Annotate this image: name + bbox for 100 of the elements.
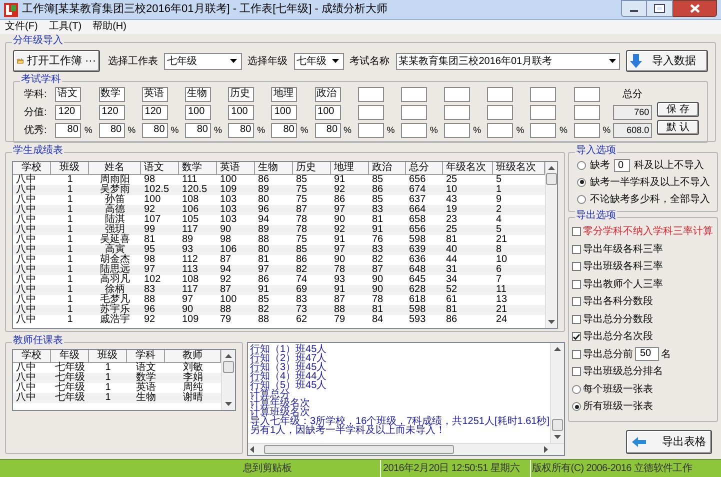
dropdown-arrow-icon xyxy=(332,59,340,63)
radio-button[interactable] xyxy=(577,194,586,204)
radio-button[interactable] xyxy=(572,402,581,412)
input-field[interactable] xyxy=(400,87,427,102)
input-field[interactable] xyxy=(358,87,384,102)
column-header[interactable]: 年级名次 xyxy=(443,162,493,175)
column-header[interactable]: 地理 xyxy=(331,162,369,175)
text-field[interactable]: 英语 xyxy=(142,87,168,102)
text-field[interactable]: 80 xyxy=(314,123,341,138)
column-header[interactable]: 数学 xyxy=(179,162,217,175)
text-field[interactable]: 100 xyxy=(271,105,298,120)
menu-item[interactable]: 文件(F) xyxy=(4,21,39,33)
export-table-button[interactable]: 导出表格 xyxy=(626,430,712,454)
text-field[interactable]: 生物 xyxy=(184,87,211,102)
dropdown[interactable]: 七年级 xyxy=(294,52,344,70)
text-field[interactable]: 80 xyxy=(228,123,254,138)
column-header[interactable]: 学校 xyxy=(13,162,51,175)
dropdown[interactable]: 某某教育集团三校2016年01月联考 xyxy=(396,52,620,70)
column-header[interactable]: 班级 xyxy=(89,350,127,363)
column-header[interactable]: 政治 xyxy=(369,162,406,175)
text-field[interactable]: 80 xyxy=(98,123,125,138)
text-field[interactable]: 120 xyxy=(55,105,82,120)
column-header[interactable]: 姓名 xyxy=(89,162,141,175)
text-field[interactable]: 80 xyxy=(184,123,211,138)
radio-button[interactable] xyxy=(577,178,586,186)
text-field[interactable]: 历史 xyxy=(228,87,254,102)
scrollbar-thumb[interactable] xyxy=(264,445,454,454)
table-cell-text: 90 xyxy=(219,225,232,235)
import-data-button[interactable]: 导入数据 xyxy=(626,50,708,72)
text-field[interactable]: 语文 xyxy=(55,87,82,102)
text-field[interactable]: 数学 xyxy=(98,87,125,102)
checkbox[interactable] xyxy=(572,262,581,272)
table-cell-text: 1 xyxy=(104,373,112,383)
input-field[interactable] xyxy=(530,87,556,102)
radio-button[interactable] xyxy=(577,160,586,170)
column-header[interactable]: 总分 xyxy=(406,162,443,175)
scrollbar[interactable] xyxy=(550,343,564,443)
text-field[interactable]: 0 xyxy=(614,158,630,172)
input-field[interactable] xyxy=(574,87,600,102)
checkbox[interactable] xyxy=(572,367,581,376)
input-field[interactable] xyxy=(400,105,427,120)
text-field[interactable]: 80 xyxy=(271,123,298,138)
input-field[interactable] xyxy=(530,123,556,138)
checkbox[interactable] xyxy=(572,332,581,342)
checkbox[interactable] xyxy=(572,227,581,236)
text-field[interactable]: 地理 xyxy=(271,87,298,102)
checkbox[interactable] xyxy=(572,244,581,254)
minimize-button[interactable] xyxy=(621,0,647,17)
text-field[interactable]: 100 xyxy=(314,105,341,120)
horizontal-scrollbar[interactable] xyxy=(248,443,564,455)
text-field[interactable]: 80 xyxy=(142,123,168,138)
close-button[interactable] xyxy=(673,0,717,17)
column-header[interactable]: 英语 xyxy=(217,162,255,175)
column-header[interactable]: 教师 xyxy=(165,350,221,363)
scrollbar-thumb[interactable] xyxy=(546,173,557,185)
scrollbar[interactable] xyxy=(545,162,557,328)
input-field[interactable] xyxy=(358,105,384,120)
button[interactable]: 保 存 xyxy=(657,102,700,117)
input-field[interactable] xyxy=(487,105,514,120)
input-field[interactable] xyxy=(444,87,470,102)
column-header[interactable]: 班级名次 xyxy=(493,162,545,175)
input-field[interactable] xyxy=(574,105,600,120)
input-field[interactable] xyxy=(487,123,514,138)
input-field[interactable] xyxy=(487,87,514,102)
input-field[interactable] xyxy=(530,105,556,120)
scrollbar-thumb[interactable] xyxy=(552,419,563,431)
text-field[interactable]: 100 xyxy=(184,105,211,120)
column-header[interactable]: 学科 xyxy=(127,350,165,363)
button[interactable]: 默 认 xyxy=(657,120,700,135)
text-field[interactable]: 120 xyxy=(98,105,125,120)
text-field[interactable]: 100 xyxy=(228,105,254,120)
input-field[interactable] xyxy=(400,123,427,138)
field-label: 选择年级 xyxy=(248,54,288,68)
checkbox[interactable] xyxy=(572,314,581,324)
input-field[interactable] xyxy=(444,105,470,120)
column-header[interactable]: 生物 xyxy=(255,162,293,175)
input-field[interactable] xyxy=(444,123,470,138)
column-header[interactable]: 历史 xyxy=(293,162,331,175)
column-header[interactable]: 年级 xyxy=(51,350,89,363)
menu-item[interactable]: 工具(T) xyxy=(48,21,83,33)
checkbox[interactable] xyxy=(572,350,581,359)
dropdown[interactable]: 七年级 xyxy=(164,52,242,70)
text-field[interactable]: 80 xyxy=(55,123,82,138)
radio-button[interactable] xyxy=(572,384,581,394)
maximize-button[interactable] xyxy=(647,0,673,17)
checkbox[interactable] xyxy=(572,297,581,306)
scrollbar-thumb[interactable] xyxy=(223,361,234,373)
column-header[interactable]: 语文 xyxy=(141,162,179,175)
open-workbook-button[interactable]: 打开工作簿 ··· xyxy=(13,50,100,72)
text-field[interactable]: 50 xyxy=(635,347,659,362)
input-field[interactable] xyxy=(358,123,384,138)
menu-item[interactable]: 帮助(H) xyxy=(92,21,128,33)
input-field[interactable] xyxy=(574,123,600,138)
column-header[interactable]: 学校 xyxy=(13,350,51,363)
text-field[interactable]: 120 xyxy=(142,105,168,120)
text-field[interactable]: 政治 xyxy=(314,87,341,102)
column-header[interactable]: 班级 xyxy=(51,162,89,175)
percent-sign: % xyxy=(214,125,222,136)
scrollbar[interactable] xyxy=(221,350,235,410)
checkbox[interactable] xyxy=(572,280,581,289)
